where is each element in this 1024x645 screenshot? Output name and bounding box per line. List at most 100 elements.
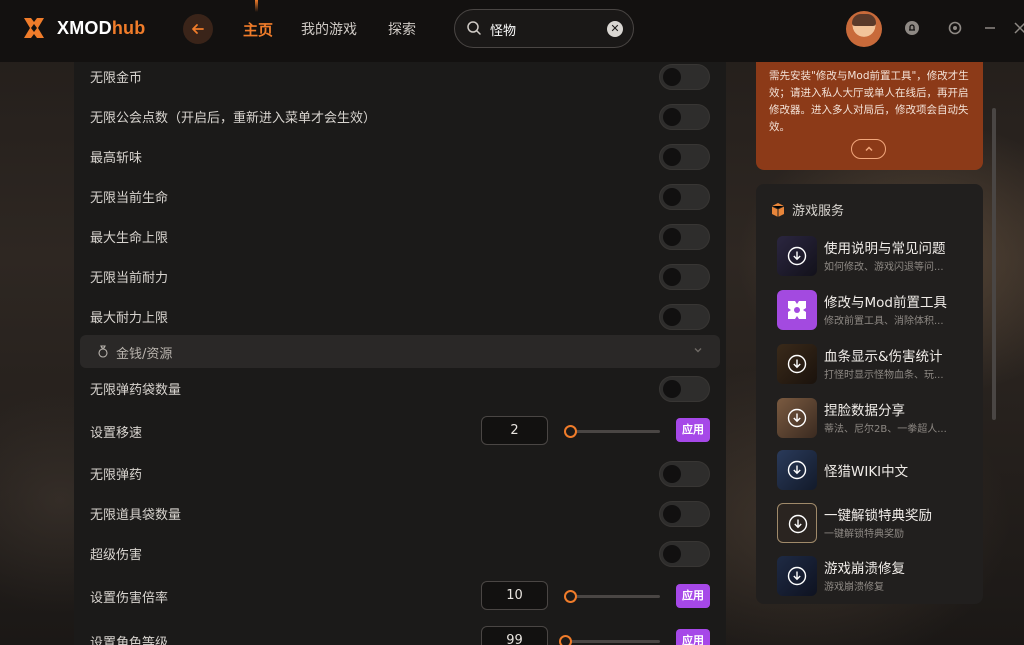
- tab-home[interactable]: 主页: [243, 19, 273, 40]
- setting-label: 无限当前生命: [90, 190, 169, 206]
- setting-row: 最大耐力上限: [90, 304, 710, 330]
- toggle-switch[interactable]: [659, 184, 710, 210]
- search-input[interactable]: [490, 19, 600, 39]
- collapse-button[interactable]: [851, 139, 886, 159]
- search-icon: [467, 21, 481, 35]
- setting-row: 最高斩味: [90, 144, 710, 170]
- settings-gear-icon[interactable]: [947, 20, 963, 36]
- setting-row: 无限公会点数（开启后，重新进入菜单才会生效）: [90, 104, 710, 130]
- setting-row: 无限弹药袋数量: [90, 376, 710, 402]
- slider-handle[interactable]: [559, 635, 572, 645]
- apply-button[interactable]: 应用: [676, 418, 710, 442]
- top-bar: XMODhub 主页 我的游戏 探索 ✕: [0, 0, 1024, 62]
- toggle-switch[interactable]: [659, 541, 710, 567]
- install-notice: 需先安装"修改与Mod前置工具"，修改才生效；请进入私人大厅或单人在线后，再开启…: [756, 62, 983, 170]
- number-input[interactable]: 2: [481, 416, 548, 445]
- toggle-switch[interactable]: [659, 144, 710, 170]
- value-slider[interactable]: [564, 425, 660, 438]
- service-title: 怪猎WIKI中文: [824, 464, 909, 480]
- download-icon: [787, 566, 807, 586]
- logo-text: XMODhub: [57, 17, 146, 38]
- service-item-face-data[interactable]: 捏脸数据分享 蒂法、尼尔2B、一拳超人...: [777, 398, 977, 442]
- setting-row: 无限当前耐力: [90, 264, 710, 290]
- right-scrollbar[interactable]: [992, 108, 996, 420]
- apply-button[interactable]: 应用: [676, 629, 710, 645]
- xmod-logo-icon: [24, 18, 44, 38]
- minimize-icon[interactable]: [982, 20, 998, 36]
- slider-handle[interactable]: [564, 425, 577, 438]
- toggle-switch[interactable]: [659, 304, 710, 330]
- box-icon: [771, 202, 785, 217]
- tab-explore[interactable]: 探索: [388, 19, 416, 39]
- toggle-switch[interactable]: [659, 104, 710, 130]
- service-title: 修改与Mod前置工具: [824, 295, 947, 311]
- setting-label: 无限弹药袋数量: [90, 382, 182, 398]
- service-subtitle: 打怪时显示怪物血条、玩...: [824, 370, 944, 381]
- setting-label: 无限道具袋数量: [90, 507, 182, 523]
- search-box: ✕: [454, 9, 634, 48]
- back-button[interactable]: [183, 14, 213, 44]
- chevron-down-icon: [694, 348, 702, 353]
- download-icon: [788, 514, 808, 534]
- number-input[interactable]: 99: [481, 626, 548, 645]
- notification-bell-icon[interactable]: [904, 20, 920, 36]
- notice-text: 需先安装"修改与Mod前置工具"，修改才生效；请进入私人大厅或单人在线后，再开启…: [769, 70, 969, 133]
- apply-button[interactable]: 应用: [676, 584, 710, 608]
- avatar[interactable]: [846, 11, 882, 47]
- section-header-money[interactable]: 金钱/资源: [80, 335, 720, 368]
- service-subtitle: 蒂法、尼尔2B、一拳超人...: [824, 424, 947, 435]
- toggle-switch[interactable]: [659, 264, 710, 290]
- toggle-switch[interactable]: [659, 224, 710, 250]
- services-title: 游戏服务: [792, 204, 845, 219]
- service-thumbnail: [777, 236, 817, 276]
- services-header: 游戏服务: [770, 200, 844, 219]
- game-services-panel: 游戏服务 使用说明与常见问题 如何修改、游戏闪退等问... 修改与Mod前置工具…: [756, 184, 983, 604]
- setting-label: 最大生命上限: [90, 230, 169, 246]
- active-tab-indicator: [255, 0, 258, 12]
- service-item-unlock[interactable]: 一键解锁特典奖励 一键解锁特典奖励: [777, 503, 977, 547]
- arrow-left-icon: [192, 24, 204, 34]
- setting-row: 无限弹药: [90, 461, 710, 487]
- service-title: 一键解锁特典奖励: [824, 508, 932, 524]
- service-subtitle: 修改前置工具、消除体积...: [824, 316, 944, 327]
- tab-my-games[interactable]: 我的游戏: [301, 19, 357, 39]
- service-title: 血条显示&伤害统计: [824, 349, 943, 365]
- download-icon: [787, 408, 807, 428]
- toggle-switch[interactable]: [659, 501, 710, 527]
- chevron-up-icon: [864, 146, 873, 152]
- service-item-healthbar[interactable]: 血条显示&伤害统计 打怪时显示怪物血条、玩...: [777, 344, 977, 388]
- setting-row: 无限当前生命: [90, 184, 710, 210]
- service-thumbnail: [777, 450, 817, 490]
- toggle-switch[interactable]: [659, 461, 710, 487]
- close-window-icon[interactable]: [1012, 20, 1024, 36]
- service-item-wiki[interactable]: 怪猎WIKI中文: [777, 450, 977, 494]
- setting-label: 设置伤害倍率: [90, 590, 169, 606]
- service-subtitle: 如何修改、游戏闪退等问...: [824, 262, 944, 273]
- service-item-crash-fix[interactable]: 游戏崩溃修复 游戏崩溃修复: [777, 556, 977, 600]
- service-thumbnail: [777, 503, 817, 543]
- setting-label: 无限当前耐力: [90, 270, 169, 286]
- toggle-switch[interactable]: [659, 376, 710, 402]
- slider-handle[interactable]: [564, 590, 577, 603]
- puzzle-icon: [788, 301, 806, 319]
- service-thumbnail: [777, 290, 817, 330]
- service-item-guide[interactable]: 使用说明与常见问题 如何修改、游戏闪退等问...: [777, 236, 977, 280]
- download-icon: [787, 246, 807, 266]
- number-input[interactable]: 10: [481, 581, 548, 610]
- clear-search-icon[interactable]: ✕: [607, 21, 623, 37]
- setting-row: 无限道具袋数量: [90, 501, 710, 527]
- service-title: 捏脸数据分享: [824, 403, 905, 419]
- app-logo[interactable]: XMODhub: [20, 14, 145, 42]
- setting-label: 最高斩味: [90, 150, 143, 166]
- cheat-settings-panel: 无限金币 无限公会点数（开启后，重新进入菜单才会生效） 最高斩味 无限当前生命 …: [74, 62, 726, 645]
- setting-label: 无限弹药: [90, 467, 143, 483]
- setting-row: 无限金币: [90, 64, 710, 90]
- toggle-switch[interactable]: [659, 64, 710, 90]
- money-bag-icon: [98, 345, 108, 358]
- service-item-mod-tool[interactable]: 修改与Mod前置工具 修改前置工具、消除体积...: [777, 290, 977, 334]
- service-thumbnail: [777, 398, 817, 438]
- service-subtitle: 一键解锁特典奖励: [824, 529, 904, 540]
- value-slider[interactable]: [564, 590, 660, 603]
- value-slider[interactable]: [559, 635, 660, 645]
- setting-row: 超级伤害: [90, 541, 710, 567]
